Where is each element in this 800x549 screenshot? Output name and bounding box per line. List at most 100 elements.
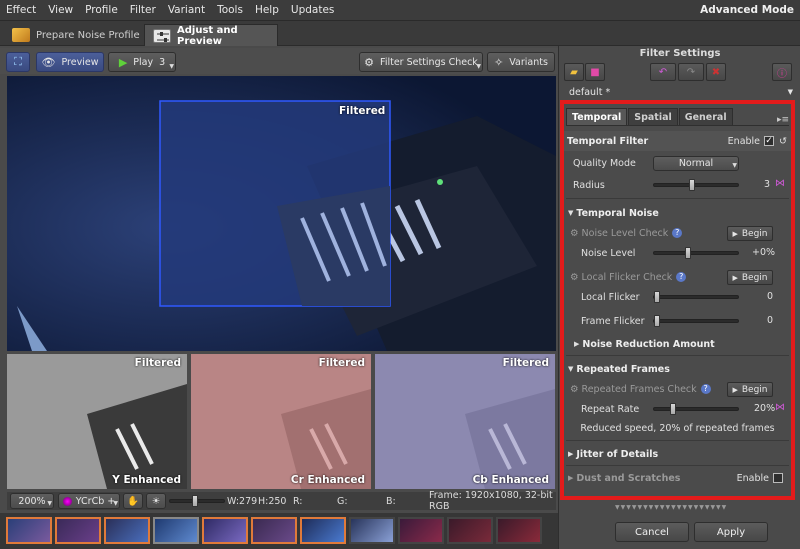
radius-slider[interactable] [653, 179, 739, 191]
status-bar: 200% ▼ YCrCb + ▼ ✋ ☀ W:279 H:250 R: G: B… [7, 490, 556, 512]
menu-variant[interactable]: Variant [162, 4, 211, 16]
brightness-slider-knob[interactable] [192, 495, 198, 507]
filmstrip-frame[interactable] [104, 517, 150, 544]
link-icon[interactable]: ⋈ [775, 178, 785, 189]
tab-label: Temporal [572, 111, 622, 123]
tab-label: Adjust and Preview [177, 24, 238, 47]
scroll-indicator[interactable]: ▼▼▼▼▼▼▼▼▼▼▼▼▼▼▼▼▼▼▼▼ [615, 504, 735, 512]
temporal-noise-header[interactable]: ▼ Temporal Noise [564, 203, 791, 223]
divider [566, 440, 789, 441]
filter-settings-title: Filter Settings [639, 48, 721, 59]
menu-view[interactable]: View [42, 4, 79, 16]
reset-icon[interactable]: ↺ [779, 136, 787, 147]
tab-general[interactable]: General [678, 108, 733, 125]
frame-flicker-slider[interactable] [653, 315, 739, 327]
help-icon[interactable]: ? [672, 228, 683, 238]
filter-settings-check-button[interactable]: ⚙ Filter Settings Check ▼ [359, 52, 483, 72]
noise-reduction-header[interactable]: ▶ Noise Reduction Amount [564, 334, 791, 354]
tab-prepare-noise-profile[interactable]: Prepare Noise Profile [4, 24, 148, 46]
colorspace-value: YCrCb + [75, 495, 116, 507]
tab-spatial[interactable]: Spatial [628, 108, 678, 125]
colorspace-select[interactable]: YCrCb + ▼ [58, 493, 120, 509]
repeat-rate-slider-knob[interactable] [670, 403, 676, 415]
main-preview[interactable]: Filtered [7, 76, 556, 351]
scroll-dots-icon: ▼▼▼▼▼▼▼▼▼▼▼▼▼▼▼▼▼▼▼▼ [615, 504, 728, 511]
info-button[interactable]: ⓘ [772, 63, 792, 81]
filmstrip-frame[interactable] [153, 517, 199, 544]
filmstrip-frame[interactable] [251, 517, 297, 544]
filmstrip-frame[interactable] [55, 517, 101, 544]
menu-filter[interactable]: Filter [124, 4, 162, 16]
menu-effect[interactable]: Effect [0, 4, 42, 16]
fit-view-button[interactable]: ⛶ [6, 52, 30, 72]
menu-profile[interactable]: Profile [79, 4, 124, 16]
jitter-header[interactable]: ▶ Jitter of Details [564, 444, 791, 464]
apply-button[interactable]: Apply [694, 522, 768, 542]
brightness-button[interactable]: ☀ [146, 493, 166, 509]
dropdown-arrow-icon: ▼ [732, 162, 737, 169]
zoom-select[interactable]: 200% ▼ [10, 493, 54, 509]
local-flicker-check-label: Local Flicker Check [581, 271, 673, 283]
tabs-menu-icon[interactable]: ▸≡ [777, 115, 789, 125]
thumb-y[interactable]: Filtered Y Enhanced [7, 354, 187, 489]
variants-button[interactable]: ✧ Variants [487, 52, 555, 72]
thumb-cr[interactable]: Filtered Cr Enhanced [191, 354, 371, 489]
menu-tools[interactable]: Tools [211, 4, 249, 16]
undo-button[interactable]: ↶ [650, 63, 676, 81]
thumb-y-image [7, 354, 187, 489]
help-icon[interactable]: ? [700, 384, 711, 394]
radius-slider-knob[interactable] [689, 179, 695, 191]
thumb-cb[interactable]: Filtered Cb Enhanced [375, 354, 555, 489]
filmstrip [0, 513, 558, 549]
link-icon[interactable]: ⋈ [775, 402, 785, 413]
menu-help[interactable]: Help [249, 4, 285, 16]
cancel-button[interactable]: Cancel [615, 522, 689, 542]
filmstrip-frame[interactable] [202, 517, 248, 544]
preview-button[interactable]: 👁 Preview [36, 52, 104, 72]
filmstrip-frame[interactable] [6, 517, 52, 544]
repeat-rate-slider[interactable] [653, 403, 739, 415]
repeated-frames-begin-button[interactable]: ▶ Begin [727, 382, 773, 397]
brightness-slider[interactable] [169, 495, 225, 507]
redo-button[interactable]: ↷ [678, 63, 704, 81]
sun-icon: ☀ [151, 495, 161, 507]
noise-level-slider-knob[interactable] [685, 247, 691, 259]
tab-adjust-and-preview[interactable]: Adjust and Preview [144, 24, 278, 47]
local-flicker-slider-knob[interactable] [654, 291, 660, 303]
temporal-filter-header: Temporal Filter Enable ✓ ↺ [564, 131, 791, 151]
folder-icon: ▰ [570, 66, 578, 78]
play-button[interactable]: ▶ Play 3 ▼ [108, 52, 176, 72]
filmstrip-frame[interactable] [300, 517, 346, 544]
repeated-frames-header[interactable]: ▼ Repeated Frames [564, 359, 791, 379]
noise-level-begin-button[interactable]: ▶ Begin [727, 226, 773, 241]
temporal-filter-enable-checkbox[interactable]: ✓ [764, 136, 775, 146]
info-icon: ⓘ [777, 68, 787, 80]
begin-label: Begin [741, 228, 768, 239]
delete-preset-button[interactable]: ✖ [706, 63, 726, 81]
local-flicker-begin-button[interactable]: ▶ Begin [727, 270, 773, 285]
preset-select[interactable]: default * ▼ [565, 84, 797, 100]
variants-label: Variants [509, 56, 548, 68]
local-flicker-slider[interactable] [653, 291, 739, 303]
noise-level-slider[interactable] [653, 247, 739, 259]
tab-temporal[interactable]: Temporal [566, 108, 628, 125]
dust-enable-checkbox[interactable] [773, 473, 783, 483]
thumb-cb-image [375, 354, 555, 489]
repeat-rate-note-row: Reduced speed, 20% of repeated frames [564, 418, 791, 438]
play-icon: ▶ [118, 55, 128, 69]
radius-value: 3 [764, 179, 771, 190]
open-preset-button[interactable]: ▰ [564, 63, 584, 81]
frame-flicker-slider-knob[interactable] [654, 315, 660, 327]
filmstrip-frame[interactable] [496, 517, 542, 544]
filmstrip-frame[interactable] [349, 517, 395, 544]
menu-updates[interactable]: Updates [285, 4, 341, 16]
help-icon[interactable]: ? [676, 272, 687, 282]
filmstrip-frame[interactable] [447, 517, 493, 544]
hand-tool-button[interactable]: ✋ [123, 493, 143, 509]
save-preset-button[interactable]: ■ [585, 63, 605, 81]
apply-label: Apply [716, 526, 746, 538]
dust-header[interactable]: ▶ Dust and Scratches Enable [564, 468, 791, 488]
quality-mode-select[interactable]: Normal ▼ [653, 156, 739, 171]
dropdown-arrow-icon: ▼ [169, 63, 174, 70]
filmstrip-frame[interactable] [398, 517, 444, 544]
